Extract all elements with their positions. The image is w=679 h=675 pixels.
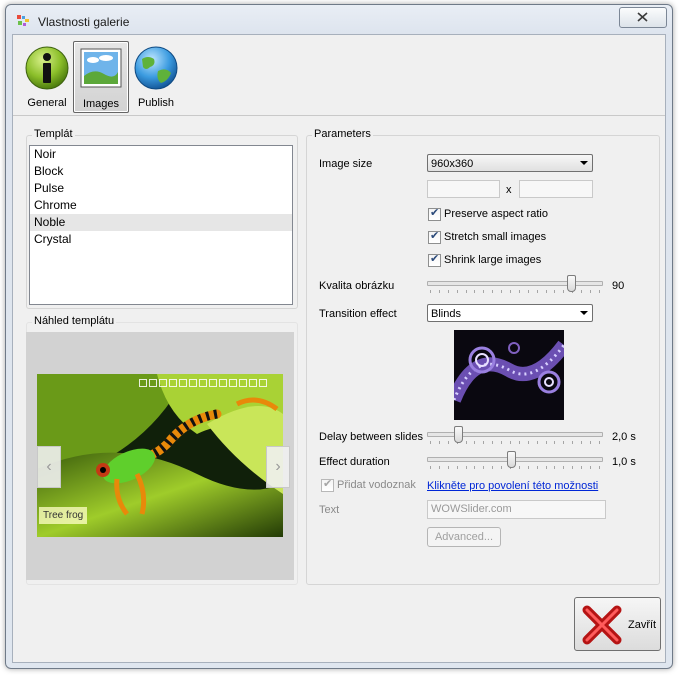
watermark-text-input[interactable]: WOWSlider.com — [427, 500, 606, 519]
height-input[interactable] — [519, 180, 593, 198]
info-icon — [25, 46, 69, 90]
slide-bullet[interactable] — [209, 379, 217, 387]
check-icon: ✔ — [323, 478, 333, 490]
watermark-checkbox[interactable]: ✔ Přidat vodoznak — [321, 478, 416, 493]
image-size-select[interactable]: 960x360 — [427, 154, 593, 172]
slide-bullet[interactable] — [239, 379, 247, 387]
close-dialog-label: Zavřít — [628, 619, 657, 631]
chevron-down-icon — [580, 161, 588, 165]
globe-icon — [134, 46, 178, 90]
preview-slide-image: Tree frog — [37, 374, 283, 537]
next-arrow-icon[interactable]: › — [266, 446, 290, 488]
dialog-client: General Images Publish Templát Noir Bloc… — [12, 34, 666, 663]
template-group-label: Templát — [32, 128, 75, 140]
window-title: Vlastnosti galerie — [38, 15, 130, 29]
check-icon: ✔ — [430, 230, 440, 242]
chevron-down-icon — [580, 311, 588, 315]
checkbox-box: ✔ — [428, 207, 441, 221]
slide-bullets — [139, 379, 267, 387]
template-list[interactable]: Noir Block Pulse Chrome Noble Crystal — [29, 145, 293, 305]
image-size-label: Image size — [319, 158, 373, 170]
tab-publish-label: Publish — [137, 97, 175, 109]
quality-slider-thumb[interactable] — [567, 275, 576, 292]
list-item-selected[interactable]: Noble — [30, 214, 292, 231]
tab-images-label: Images — [82, 98, 120, 110]
slide-caption: Tree frog — [39, 507, 88, 524]
delay-slider-thumb[interactable] — [454, 426, 463, 443]
delay-label: Delay between slides — [319, 431, 423, 443]
toolbar: General Images Publish — [13, 35, 665, 116]
tab-images[interactable]: Images — [73, 41, 129, 113]
slide-bullet[interactable] — [259, 379, 267, 387]
close-dialog-button[interactable]: Zavřít — [574, 597, 661, 651]
close-x-icon — [582, 605, 622, 645]
image-size-value: 960x360 — [431, 158, 474, 170]
transition-preview-image — [454, 330, 564, 420]
size-separator: x — [506, 184, 512, 196]
duration-slider-thumb[interactable] — [507, 451, 516, 468]
checkbox-box: ✔ — [428, 230, 441, 244]
stretch-small-checkbox[interactable]: ✔ Stretch small images — [428, 230, 547, 245]
duration-label: Effect duration — [319, 456, 390, 468]
slider-track — [427, 281, 603, 286]
duration-value: 1,0 s — [612, 456, 636, 468]
prev-arrow-icon[interactable]: ‹ — [37, 446, 61, 488]
transition-select[interactable]: Blinds — [427, 304, 593, 322]
checkbox-box: ✔ — [321, 478, 334, 492]
quality-value: 90 — [612, 280, 625, 292]
slide-bullet[interactable] — [189, 379, 197, 387]
list-item[interactable]: Noir — [30, 146, 292, 163]
slide-bullet[interactable] — [149, 379, 157, 387]
parameters-group-label: Parameters — [312, 128, 373, 140]
text-label: Text — [319, 504, 340, 516]
close-icon — [637, 12, 648, 22]
slide-bullet[interactable] — [249, 379, 257, 387]
watermark-label: Přidat vodoznak — [337, 479, 416, 491]
preserve-aspect-checkbox[interactable]: ✔ Preserve aspect ratio — [428, 207, 548, 222]
window-close-button[interactable] — [619, 7, 667, 28]
slide-bullet[interactable] — [229, 379, 237, 387]
width-input[interactable] — [427, 180, 500, 198]
advanced-button[interactable]: Advanced... — [427, 527, 501, 547]
quality-label: Kvalita obrázku — [319, 280, 395, 292]
duration-slider[interactable] — [427, 451, 603, 471]
slide-bullet[interactable] — [139, 379, 147, 387]
stretch-small-label: Stretch small images — [444, 231, 547, 243]
tab-general-label: General — [27, 97, 67, 109]
transition-label: Transition effect — [319, 308, 397, 320]
slide-bullet[interactable] — [169, 379, 177, 387]
check-icon: ✔ — [430, 253, 440, 265]
app-icon — [17, 15, 29, 26]
image-icon — [80, 48, 122, 88]
list-item[interactable]: Pulse — [30, 180, 292, 197]
enable-watermark-link[interactable]: Klikněte pro povolení této možnosti — [427, 480, 598, 492]
quality-slider[interactable] — [427, 275, 603, 295]
check-icon: ✔ — [430, 207, 440, 219]
checkbox-box: ✔ — [428, 253, 441, 267]
shrink-large-checkbox[interactable]: ✔ Shrink large images — [428, 253, 542, 268]
tab-general[interactable]: General — [20, 41, 74, 111]
tab-publish[interactable]: Publish — [129, 41, 183, 111]
slide-bullet[interactable] — [159, 379, 167, 387]
preserve-aspect-label: Preserve aspect ratio — [444, 208, 548, 220]
list-item[interactable]: Block — [30, 163, 292, 180]
preview-group-label: Náhled templátu — [32, 315, 117, 327]
shrink-large-label: Shrink large images — [444, 254, 542, 266]
slide-bullet[interactable] — [179, 379, 187, 387]
dialog-window: Vlastnosti galerie General Images Publis… — [5, 4, 673, 669]
transition-value: Blinds — [431, 308, 461, 320]
list-item[interactable]: Crystal — [30, 231, 292, 248]
delay-value: 2,0 s — [612, 431, 636, 443]
slide-bullet[interactable] — [219, 379, 227, 387]
title-bar: Vlastnosti galerie — [6, 5, 672, 35]
slide-bullet[interactable] — [199, 379, 207, 387]
delay-slider[interactable] — [427, 426, 603, 446]
list-item[interactable]: Chrome — [30, 197, 292, 214]
